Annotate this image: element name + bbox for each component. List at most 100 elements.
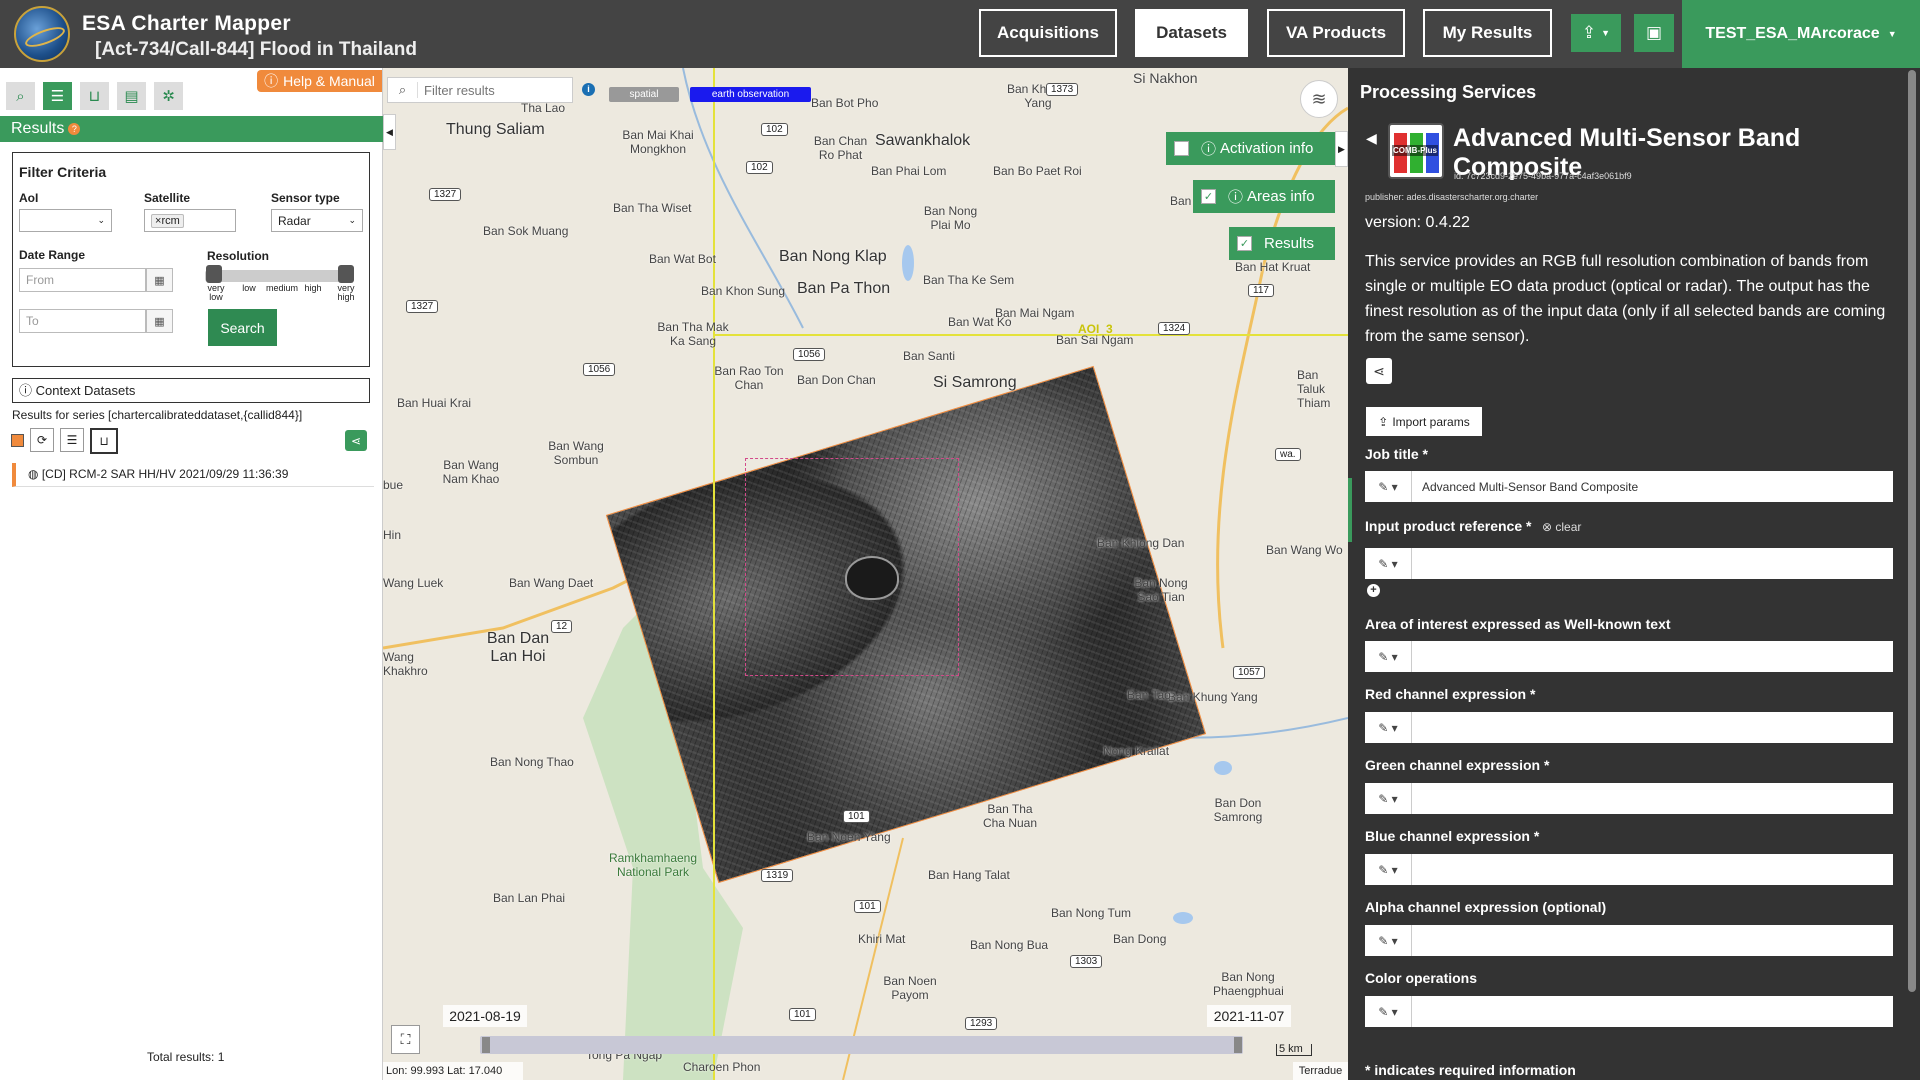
red-channel-field: ✎ ▾ <box>1365 712 1893 743</box>
red-channel-input[interactable] <box>1412 712 1893 743</box>
areas-info-toggle[interactable]: ✓ ⓘ Areas info <box>1193 180 1335 213</box>
resolution-slider[interactable] <box>205 270 353 282</box>
upload-dropdown-button[interactable]: ⇪ ▼ <box>1571 14 1621 52</box>
fullscreen-icon: ⛶ <box>400 1031 411 1047</box>
alpha-channel-input[interactable] <box>1412 925 1893 956</box>
service-icon: COMB-Plus <box>1388 123 1444 179</box>
place-label: Ban Khung Yang <box>1168 690 1258 704</box>
question-icon[interactable]: ? <box>68 122 81 135</box>
place-label: Ban Wang Sombun <box>548 439 604 467</box>
briefcase-button[interactable]: ▣ <box>1634 14 1674 52</box>
place-label: Charoen Phon <box>683 1060 761 1074</box>
satellite-tag[interactable]: ×rcm <box>151 213 184 228</box>
magic-wand-dropdown[interactable]: ✎ ▾ <box>1365 783 1412 814</box>
help-label: Help & Manual <box>283 73 375 89</box>
magic-wand-dropdown[interactable]: ✎ ▾ <box>1365 996 1412 1027</box>
place-label: Ban Tao <box>1127 688 1171 702</box>
job-title-input[interactable]: Advanced Multi-Sensor Band Composite <box>1412 471 1893 502</box>
service-id: id: 7c723cd9-2e75-49ba-977a-c4af3e061bf9 <box>1454 171 1632 181</box>
search-button[interactable]: Search <box>208 309 277 346</box>
nav-datasets-button[interactable]: Datasets <box>1135 9 1248 57</box>
place-label: Khiri Mat <box>858 932 906 946</box>
clear-button[interactable]: ⊗ clear <box>1542 520 1581 534</box>
list-tab[interactable]: ☰ <box>43 82 72 110</box>
road-shield: 1327 <box>429 188 462 201</box>
magic-wand-dropdown[interactable]: ✎ ▾ <box>1365 854 1412 885</box>
blue-channel-input[interactable] <box>1412 854 1893 885</box>
search-icon: ⌕ <box>388 82 418 98</box>
list-view-button[interactable]: ☰ <box>60 428 84 452</box>
search-tab[interactable]: ⌕ <box>6 82 35 110</box>
fullscreen-button[interactable]: ⛶ <box>391 1025 420 1054</box>
filter-results-input[interactable] <box>418 79 568 101</box>
clear-label: clear <box>1555 520 1582 534</box>
result-list-item[interactable]: ◍ [CD] RCM-2 SAR HH/HV 2021/09/29 11:36:… <box>12 463 374 487</box>
checkbox[interactable]: ✓ <box>1237 236 1252 251</box>
select-all-checkbox[interactable] <box>10 428 24 452</box>
nav-acquisitions-button[interactable]: Acquisitions <box>979 9 1117 57</box>
sensor-type-select[interactable]: Radar ⌄ <box>271 209 363 232</box>
nav-my-results-button[interactable]: My Results <box>1423 9 1552 57</box>
add-product-button[interactable]: + <box>1367 584 1380 597</box>
place-label: Ban Don Samrong <box>1213 796 1263 824</box>
back-button[interactable]: ◀ <box>1366 130 1377 147</box>
timeline-start-handle[interactable] <box>482 1037 490 1053</box>
magic-wand-dropdown[interactable]: ✎ ▾ <box>1365 712 1412 743</box>
info-icon[interactable]: i <box>582 83 595 96</box>
place-label: Ban Wang Nam Khao <box>442 458 500 486</box>
panel-scrollbar[interactable] <box>1908 70 1916 992</box>
add-to-basket-button[interactable]: ⊔ <box>90 428 118 454</box>
map-attribution[interactable]: Terradue <box>1293 1062 1348 1080</box>
place-label: Ban Dan Lan Hoi <box>486 630 550 665</box>
settings-tab[interactable]: ✲ <box>154 82 183 110</box>
import-params-button[interactable]: ⇪ Import params <box>1366 407 1482 436</box>
resolution-max-handle[interactable] <box>338 265 354 283</box>
refresh-button[interactable]: ⟳ <box>30 428 54 452</box>
user-menu[interactable]: TEST_ESA_MArcorace ▼ <box>1682 0 1920 68</box>
earth-observation-tag[interactable]: earth observation <box>690 87 811 102</box>
esa-charter-logo[interactable] <box>14 6 70 62</box>
archive-tab[interactable]: ▤ <box>117 82 146 110</box>
road-shield: 102 <box>746 161 773 174</box>
nav-va-products-button[interactable]: VA Products <box>1267 9 1405 57</box>
chevron-down-icon: ▼ <box>1887 29 1897 39</box>
checkbox[interactable]: ✓ <box>1201 189 1216 204</box>
road-shield: 1056 <box>793 348 826 361</box>
magic-wand-dropdown[interactable]: ✎ ▾ <box>1365 548 1412 579</box>
collapse-right-panel-button[interactable]: ▶ <box>1335 131 1348 167</box>
timeline-end-handle[interactable] <box>1234 1037 1242 1053</box>
help-manual-button[interactable]: ⓘ Help & Manual <box>257 70 382 92</box>
color-operations-input[interactable] <box>1412 996 1893 1027</box>
place-label: Ban Wat Ko <box>948 315 1012 329</box>
magic-wand-dropdown[interactable]: ✎ ▾ <box>1365 641 1412 672</box>
spatial-tag[interactable]: spatial <box>609 87 679 102</box>
place-label: Ban Sok Muang <box>483 224 569 238</box>
share-results-button[interactable]: ⋖ <box>345 430 367 451</box>
context-datasets-header[interactable]: ⓘ Context Datasets <box>12 378 370 403</box>
share-icon: ⋖ <box>1373 362 1385 379</box>
magic-wand-dropdown[interactable]: ✎ ▾ <box>1365 925 1412 956</box>
date-to-input[interactable]: To <box>19 309 146 333</box>
resolution-min-handle[interactable] <box>206 265 222 283</box>
place-label: Ban Tha Mak Ka Sang <box>657 320 729 348</box>
aoi-wkt-input[interactable] <box>1412 641 1893 672</box>
timeline-slider[interactable] <box>480 1036 1243 1054</box>
activation-info-toggle[interactable]: ⓘ Activation info <box>1166 132 1335 165</box>
collapse-left-panel-button[interactable]: ◀ <box>383 114 396 150</box>
satellite-input[interactable]: ×rcm <box>144 209 236 232</box>
aoi-select[interactable]: ⌄ <box>19 209 112 232</box>
map-view[interactable]: AOI_3 Si Nakhon Ban Khlong Yang Thung Sa… <box>383 68 1348 1080</box>
date-from-input[interactable]: From <box>19 268 146 292</box>
checkbox[interactable] <box>1174 141 1189 156</box>
basket-tab[interactable]: ⊔ <box>80 82 109 110</box>
result-item-label: [CD] RCM-2 SAR HH/HV 2021/09/29 11:36:39 <box>41 467 289 481</box>
list-icon: ☰ <box>66 433 78 447</box>
calendar-to-button[interactable]: ▦ <box>146 309 173 333</box>
layers-button[interactable]: ≋ <box>1300 80 1338 118</box>
results-layer-toggle[interactable]: ✓ Results <box>1229 227 1335 260</box>
calendar-from-button[interactable]: ▦ <box>146 268 173 292</box>
green-channel-input[interactable] <box>1412 783 1893 814</box>
input-product-input[interactable] <box>1412 548 1893 579</box>
magic-wand-dropdown[interactable]: ✎ ▾ <box>1365 471 1412 502</box>
share-service-button[interactable]: ⋖ <box>1366 358 1392 384</box>
